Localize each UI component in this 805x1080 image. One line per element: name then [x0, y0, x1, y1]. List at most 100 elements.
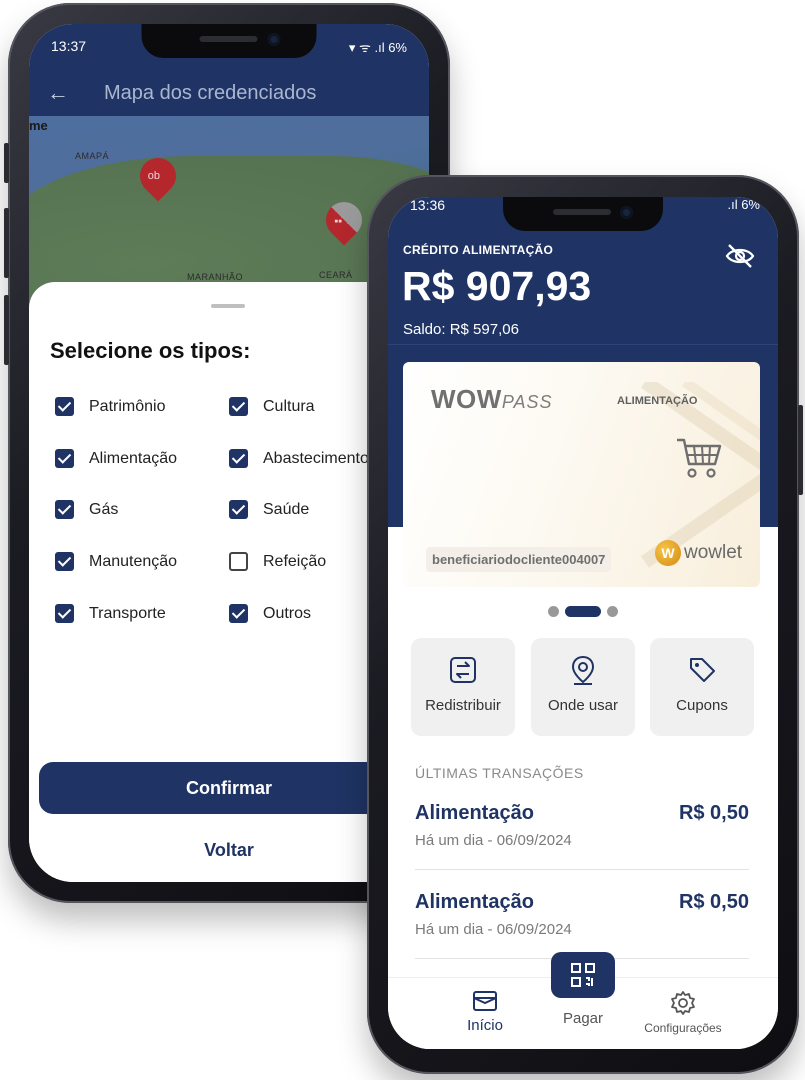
type-checkbox-refeicao[interactable]: Refeição: [229, 552, 326, 571]
checkbox-checked-icon[interactable]: [229, 604, 248, 623]
action-label: Onde usar: [547, 697, 619, 714]
carousel-indicator: [388, 606, 778, 617]
checkbox-checked-icon[interactable]: [55, 500, 74, 519]
checkbox-label: Saúde: [263, 500, 310, 518]
qr-code-icon: [571, 963, 595, 987]
nav-label: Pagar: [562, 1010, 604, 1027]
page-title: Mapa dos credenciados: [104, 82, 317, 104]
checkbox-label: Refeição: [263, 552, 327, 570]
checkbox-label: Transporte: [89, 604, 166, 622]
side-button: [4, 208, 9, 278]
sheet-title: Selecione os tipos:: [50, 338, 251, 363]
transaction-amount: R$ 0,50: [678, 891, 749, 913]
nav-pay[interactable]: Pagar: [553, 1010, 613, 1027]
transaction-name: Alimentação: [415, 802, 534, 824]
notch: [141, 24, 317, 58]
action-label: Redistribuir: [425, 697, 501, 714]
issuer-logo: Wwowlet: [655, 540, 742, 566]
type-checkbox-patrimonio[interactable]: Patrimônio: [55, 397, 165, 416]
nav-home[interactable]: Início: [460, 990, 510, 1034]
notch: [503, 197, 663, 231]
map-label: AMAPÁ: [75, 151, 110, 161]
type-checkbox-cultura[interactable]: Cultura: [229, 397, 315, 416]
drag-handle[interactable]: [211, 304, 245, 308]
phone-right: 13:36 .ıl 6% CRÉDITO ALIMENTAÇÃO R$ 907,…: [367, 175, 803, 1074]
confirm-button[interactable]: Confirmar: [39, 762, 419, 814]
checkbox-label: Cultura: [263, 397, 315, 415]
checkbox-checked-icon[interactable]: [229, 449, 248, 468]
checkbox-checked-icon[interactable]: [55, 397, 74, 416]
checkbox-label: Alimentação: [89, 449, 178, 467]
back-arrow-icon[interactable]: ←: [47, 80, 69, 106]
type-checkbox-transporte[interactable]: Transporte: [55, 604, 166, 623]
gear-icon: [671, 991, 695, 1015]
location-pin-icon: [571, 655, 595, 685]
type-checkbox-abastecimento[interactable]: Abastecimento: [229, 449, 369, 468]
cart-icon: [677, 438, 722, 478]
type-checkbox-outros[interactable]: Outros: [229, 604, 311, 623]
quick-actions: Redistribuir Onde usar Cupons: [411, 638, 754, 736]
action-label: Cupons: [676, 697, 728, 714]
checkbox-label: Outros: [263, 604, 312, 622]
transaction-date: Há um dia - 06/09/2024: [415, 832, 572, 849]
checkbox-unchecked-icon[interactable]: [229, 552, 248, 571]
battery-indicator: ▾ ᯤ .ıl 6%: [348, 40, 407, 55]
nav-label: Configurações: [644, 1021, 722, 1035]
card-type: ALIMENTAÇÃO: [617, 395, 698, 407]
bottom-nav: Início Pagar Configurações: [388, 952, 778, 1049]
nav-label: Início: [467, 1017, 503, 1034]
pay-qr-button[interactable]: [551, 952, 615, 998]
side-button: [4, 143, 9, 183]
side-button: [4, 295, 9, 365]
carousel-dot[interactable]: [548, 606, 559, 617]
checkbox-label: Gás: [89, 500, 119, 518]
tag-icon: [690, 658, 715, 682]
checkbox-label: Patrimônio: [89, 397, 166, 415]
checkbox-checked-icon[interactable]: [229, 397, 248, 416]
type-checkbox-alimentacao[interactable]: Alimentação: [55, 449, 177, 468]
transfer-icon: [450, 657, 476, 683]
transactions-title: ÚLTIMAS TRANSAÇÕES: [415, 765, 584, 781]
map-label: CEARÁ: [319, 270, 353, 280]
redistribute-button[interactable]: Redistribuir: [411, 638, 515, 736]
type-checkbox-saude[interactable]: Saúde: [229, 500, 309, 519]
nav-settings[interactable]: Configurações: [633, 990, 733, 1035]
benefit-card[interactable]: WOWPASS ALIMENTAÇÃO beneficiariodoclient…: [403, 362, 760, 587]
status-time: 13:37: [51, 38, 87, 54]
card-brand: WOWPASS: [431, 384, 553, 415]
transaction-row[interactable]: Alimentação Há um dia - 06/09/2024 R$ 0,…: [415, 802, 749, 862]
carousel-dot-active[interactable]: [565, 606, 601, 617]
checkbox-label: Manutenção: [89, 552, 178, 570]
checkbox-checked-icon[interactable]: [55, 449, 74, 468]
app-bar: ← Mapa dos credenciados: [29, 72, 429, 116]
wowlet-logo-icon: W: [655, 540, 681, 566]
checkbox-checked-icon[interactable]: [229, 500, 248, 519]
checkbox-checked-icon[interactable]: [55, 552, 74, 571]
battery-percent: 6%: [388, 40, 407, 55]
divider: [415, 869, 749, 870]
card-brand-light: PASS: [501, 392, 553, 412]
coupons-button[interactable]: Cupons: [650, 638, 754, 736]
where-to-use-button[interactable]: Onde usar: [531, 638, 635, 736]
carousel-dot[interactable]: [607, 606, 618, 617]
transaction-date: Há um dia - 06/09/2024: [415, 921, 572, 938]
map-label: MARANHÃO: [187, 272, 244, 282]
transaction-amount: R$ 0,50: [678, 802, 749, 824]
battery-indicator: .ıl 6%: [727, 197, 760, 212]
issuer-name: wowlet: [684, 542, 743, 563]
type-checkbox-manutencao[interactable]: Manutenção: [55, 552, 177, 571]
side-button: [798, 405, 803, 495]
type-checkbox-gas[interactable]: Gás: [55, 500, 118, 519]
eye-off-icon[interactable]: [724, 243, 756, 269]
divider: [388, 344, 778, 345]
battery-percent: 6%: [741, 197, 760, 212]
card-holder: beneficiariodocliente004007: [426, 547, 612, 572]
checkbox-label: Abastecimento: [263, 449, 369, 467]
transaction-name: Alimentação: [415, 891, 534, 913]
wallet-icon: [473, 991, 497, 1011]
status-time: 13:36: [410, 197, 446, 213]
map-label: me: [29, 118, 48, 133]
saldo-text: Saldo: R$ 597,06: [403, 321, 519, 338]
transaction-row[interactable]: Alimentação Há um dia - 06/09/2024 R$ 0,…: [415, 891, 749, 951]
checkbox-checked-icon[interactable]: [55, 604, 74, 623]
